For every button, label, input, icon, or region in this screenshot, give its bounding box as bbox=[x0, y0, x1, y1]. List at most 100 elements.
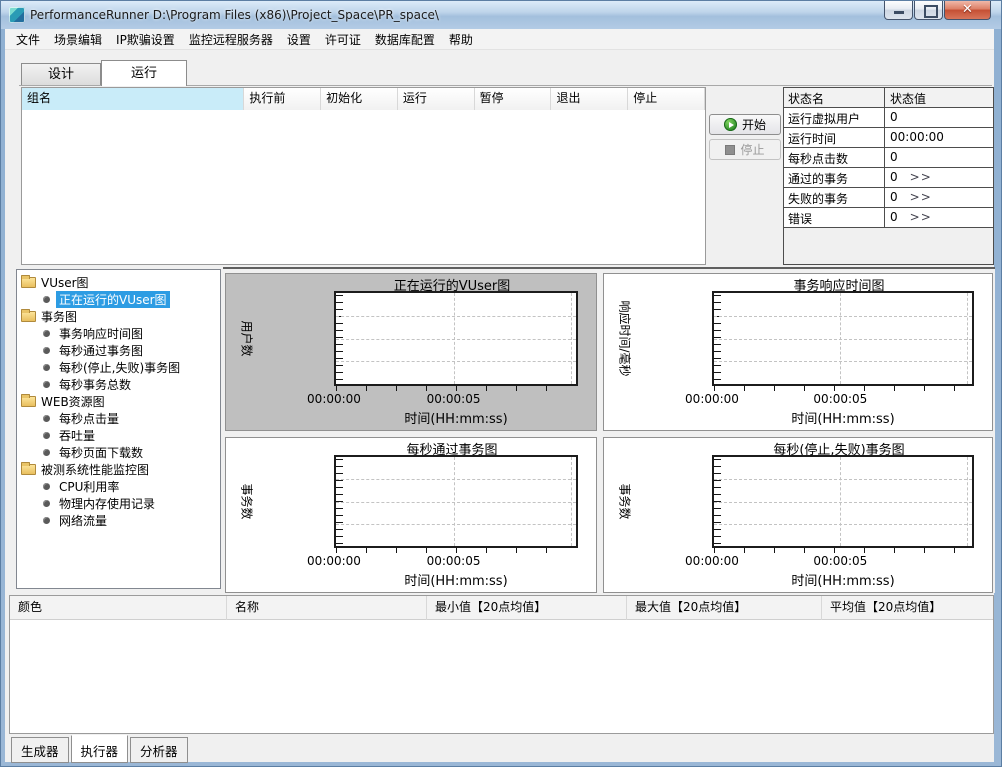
column-avg-20pt-avg[interactable]: 平均值【20点均值】 bbox=[822, 596, 993, 620]
window-title: PerformanceRunner D:\Program Files (x86)… bbox=[30, 8, 439, 22]
x-axis-ticks bbox=[336, 548, 576, 553]
tree-item-physical-memory-usage[interactable]: 物理内存使用记录 bbox=[21, 495, 220, 512]
stop-button[interactable]: 停止 bbox=[709, 139, 781, 160]
column-paused[interactable]: 暂停 bbox=[475, 88, 552, 110]
menu-database-config[interactable]: 数据库配置 bbox=[368, 29, 442, 50]
column-max-20pt-avg[interactable]: 最大值【20点均值】 bbox=[627, 596, 822, 620]
column-group-name[interactable]: 组名 bbox=[22, 88, 244, 110]
status-value: 0 bbox=[890, 110, 898, 127]
chart-x-axis-label: 时间(HH:mm:ss) bbox=[712, 408, 974, 427]
bullet-icon bbox=[43, 449, 50, 456]
folder-icon bbox=[21, 464, 36, 475]
column-name[interactable]: 名称 bbox=[227, 596, 427, 620]
tree-item-network-traffic[interactable]: 网络流量 bbox=[21, 512, 220, 529]
client-area: 文件 场景编辑 IP欺骗设置 监控远程服务器 设置 许可证 数据库配置 帮助 设… bbox=[5, 29, 994, 762]
menu-ip-spoof[interactable]: IP欺骗设置 bbox=[109, 29, 182, 50]
menu-bar: 文件 场景编辑 IP欺骗设置 监控远程服务器 设置 许可证 数据库配置 帮助 bbox=[5, 29, 994, 50]
tree-group-transaction[interactable]: 事务图 bbox=[21, 308, 220, 325]
status-row-hits-per-sec: 每秒点击数 0 bbox=[784, 148, 993, 168]
folder-icon bbox=[21, 311, 36, 322]
menu-monitor-remote-server[interactable]: 监控远程服务器 bbox=[182, 29, 280, 50]
start-button-label: 开始 bbox=[742, 116, 766, 133]
chart-stopped-failed-transactions-per-sec[interactable]: 每秒(停止,失败)事务图 事务数 00:00:0000:00:05 时间(HH:… bbox=[603, 437, 993, 593]
status-value: 0 bbox=[890, 150, 898, 167]
bullet-icon bbox=[43, 483, 50, 490]
bullet-icon bbox=[43, 381, 50, 388]
detail-link-icon[interactable]: >> bbox=[910, 190, 932, 207]
status-name-header: 状态名 bbox=[784, 88, 885, 107]
folder-icon bbox=[21, 277, 36, 288]
tree-group-vuser[interactable]: VUser图 bbox=[21, 274, 220, 291]
status-row-passed-transactions: 通过的事务 0 >> bbox=[784, 168, 993, 188]
tree-item-total-transactions-per-sec[interactable]: 每秒事务总数 bbox=[21, 376, 220, 393]
chart-plot-area bbox=[334, 455, 578, 548]
tab-generator[interactable]: 生成器 bbox=[11, 737, 69, 763]
group-table: 组名 执行前 初始化 运行 暂停 退出 停止 bbox=[21, 87, 706, 265]
chart-running-vusers[interactable]: 正在运行的VUser图 用户数 00:00:0000:00:05 时间(HH:m… bbox=[225, 273, 597, 431]
chart-tree-panel: VUser图 正在运行的VUser图 事务图 事务响应时间图 每秒通过事务图 每… bbox=[16, 269, 221, 589]
x-tick-labels: 00:00:0000:00:05 bbox=[334, 554, 578, 568]
tree-item-running-vuser-chart[interactable]: 正在运行的VUser图 bbox=[21, 291, 220, 308]
chart-y-axis-label: 事务数 bbox=[614, 452, 636, 550]
bullet-icon bbox=[43, 415, 50, 422]
status-value: 0 bbox=[890, 190, 898, 207]
x-tick-labels: 00:00:0000:00:05 bbox=[334, 392, 578, 406]
stop-button-label: 停止 bbox=[740, 141, 764, 158]
detail-link-icon[interactable]: >> bbox=[910, 210, 932, 227]
tree-item-transaction-response-time[interactable]: 事务响应时间图 bbox=[21, 325, 220, 342]
tab-executor[interactable]: 执行器 bbox=[71, 735, 129, 763]
menu-help[interactable]: 帮助 bbox=[442, 29, 480, 50]
tree-group-system-monitor[interactable]: 被测系统性能监控图 bbox=[21, 461, 220, 478]
start-button[interactable]: 开始 bbox=[709, 114, 781, 135]
chart-passed-transactions-per-sec[interactable]: 每秒通过事务图 事务数 00:00:0000:00:05 时间(HH:mm:ss… bbox=[225, 437, 597, 593]
status-value: 0 bbox=[890, 170, 898, 187]
column-min-20pt-avg[interactable]: 最小值【20点均值】 bbox=[427, 596, 627, 620]
chart-transaction-response-time[interactable]: 事务响应时间图 响应时间/毫秒 00:00:0000:00:05 时间(HH:m… bbox=[603, 273, 993, 431]
menu-file[interactable]: 文件 bbox=[9, 29, 47, 50]
play-icon bbox=[724, 118, 737, 131]
menu-scenario-edit[interactable]: 场景编辑 bbox=[47, 29, 109, 50]
column-before-run[interactable]: 执行前 bbox=[244, 88, 321, 110]
tree-item-stopped-failed-transactions-per-sec[interactable]: 每秒(停止,失败)事务图 bbox=[21, 359, 220, 376]
status-value-header: 状态值 bbox=[885, 88, 993, 107]
bullet-icon bbox=[43, 500, 50, 507]
status-value: 0 bbox=[890, 210, 898, 227]
column-color[interactable]: 颜色 bbox=[10, 596, 227, 620]
tree-item-passed-transactions-per-sec[interactable]: 每秒通过事务图 bbox=[21, 342, 220, 359]
tree-item-cpu-utilization[interactable]: CPU利用率 bbox=[21, 478, 220, 495]
tab-design[interactable]: 设计 bbox=[21, 63, 101, 85]
status-row-running-vusers: 运行虚拟用户 0 bbox=[784, 108, 993, 128]
minimize-button[interactable] bbox=[884, 1, 913, 20]
column-running[interactable]: 运行 bbox=[398, 88, 475, 110]
bullet-icon bbox=[43, 347, 50, 354]
menu-license[interactable]: 许可证 bbox=[318, 29, 368, 50]
bullet-icon bbox=[43, 364, 50, 371]
status-value: 00:00:00 bbox=[890, 130, 944, 147]
column-stopped[interactable]: 停止 bbox=[628, 88, 705, 110]
tab-run[interactable]: 运行 bbox=[101, 60, 187, 86]
status-row-failed-transactions: 失败的事务 0 >> bbox=[784, 188, 993, 208]
chart-plot-area bbox=[712, 455, 974, 548]
summary-table-header: 颜色 名称 最小值【20点均值】 最大值【20点均值】 平均值【20点均值】 bbox=[10, 596, 993, 620]
column-exited[interactable]: 退出 bbox=[551, 88, 628, 110]
tree-group-web-resources[interactable]: WEB资源图 bbox=[21, 393, 220, 410]
chart-plot-area bbox=[712, 291, 974, 386]
titlebar: PerformanceRunner D:\Program Files (x86)… bbox=[1, 1, 1001, 29]
x-tick-labels: 00:00:0000:00:05 bbox=[712, 554, 974, 568]
charts-grid: 正在运行的VUser图 用户数 00:00:0000:00:05 时间(HH:m… bbox=[223, 267, 995, 593]
chart-y-axis-label: 事务数 bbox=[236, 452, 258, 550]
tree-item-pages-downloaded-per-sec[interactable]: 每秒页面下载数 bbox=[21, 444, 220, 461]
column-init[interactable]: 初始化 bbox=[321, 88, 398, 110]
tab-analyzer[interactable]: 分析器 bbox=[130, 737, 188, 763]
tree-item-hits-per-sec[interactable]: 每秒点击量 bbox=[21, 410, 220, 427]
maximize-button[interactable] bbox=[914, 1, 943, 20]
chart-x-axis-label: 时间(HH:mm:ss) bbox=[334, 570, 578, 589]
menu-settings[interactable]: 设置 bbox=[280, 29, 318, 50]
detail-link-icon[interactable]: >> bbox=[910, 170, 932, 187]
bullet-icon bbox=[43, 517, 50, 524]
bottom-tab-bar: 生成器 执行器 分析器 bbox=[11, 737, 190, 763]
close-button[interactable] bbox=[944, 1, 991, 20]
tree-item-throughput[interactable]: 吞吐量 bbox=[21, 427, 220, 444]
bullet-icon bbox=[43, 296, 50, 303]
x-axis-ticks bbox=[336, 386, 576, 391]
